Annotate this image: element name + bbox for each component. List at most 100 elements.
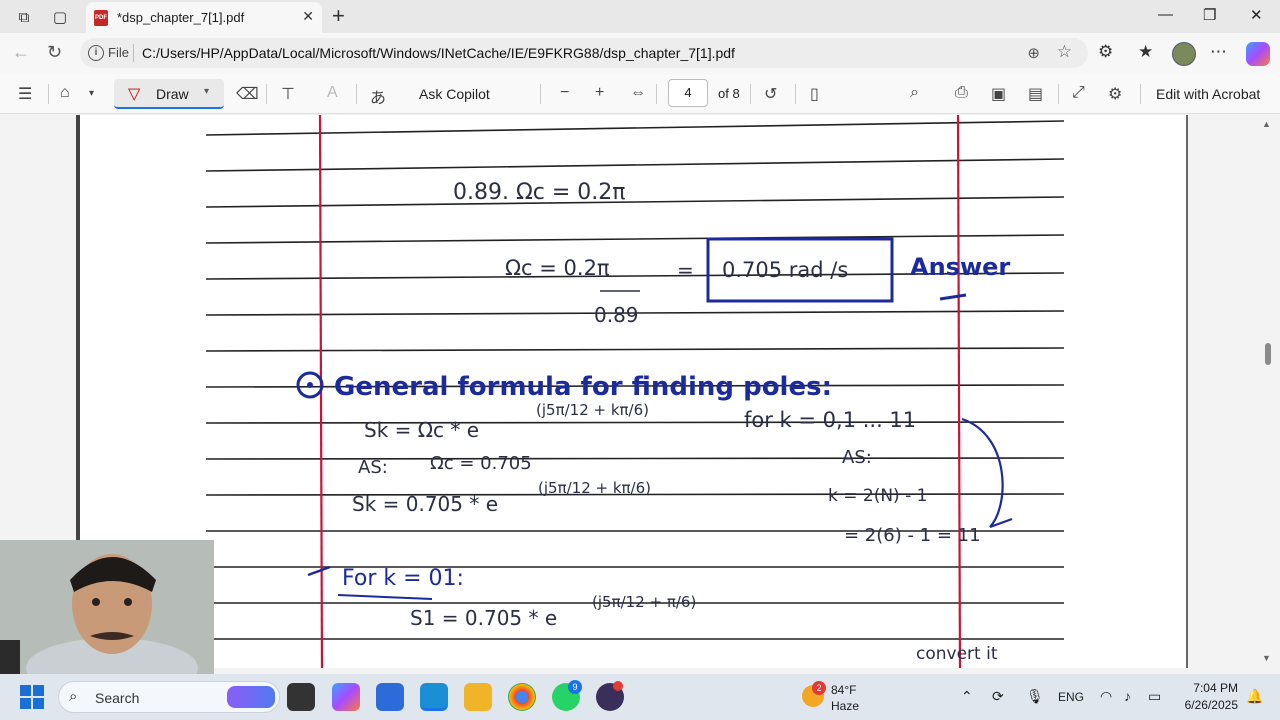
translate-icon[interactable]: あ (370, 84, 386, 108)
zoom-in-icon[interactable]: + (595, 84, 604, 102)
draw-label: Draw (156, 86, 189, 102)
clock[interactable]: 7:04 PM 6/26/2025 (1180, 680, 1238, 714)
highlight-icon[interactable]: ⌂ (60, 84, 70, 102)
scroll-up-icon[interactable]: ▲ (1262, 119, 1271, 129)
search-icon[interactable]: ⌕ (910, 84, 919, 102)
tab-active[interactable]: PDF *dsp_chapter_7[1].pdf ✕ (86, 2, 322, 33)
fullscreen-icon[interactable]: ⤢ (1072, 84, 1085, 102)
url-field[interactable]: i File C:/Users/HP/AppData/Local/Microso… (80, 38, 1088, 68)
divider (795, 84, 796, 104)
omega-value: Ωc = 0.705 (430, 453, 532, 474)
zoom-out-icon[interactable]: − (560, 84, 569, 102)
divider (656, 84, 657, 104)
close-tab-icon[interactable]: ✕ (302, 8, 314, 25)
taskbar: ⌕ Search 9 2 84°F Haze ⌃ ⟳ 🎙 ENG ◠ ♪ ▭ 7… (0, 674, 1280, 720)
copilot-icon[interactable] (1246, 42, 1270, 66)
formula-range: for k = 0,1 ... 11 (744, 408, 916, 432)
equals-sign: = (677, 258, 694, 282)
edge-icon[interactable] (420, 683, 448, 711)
minimize-icon[interactable]: — (1158, 6, 1173, 23)
zoom-icon[interactable]: ⊕ (1027, 44, 1040, 62)
language-indicator[interactable]: ENG (1058, 690, 1084, 704)
file-explorer-icon[interactable] (464, 683, 492, 711)
page-view-icon[interactable]: ▯ (810, 84, 819, 104)
chevron-down-icon[interactable]: ▾ (89, 88, 94, 99)
scheme-label: File (108, 45, 129, 60)
divider (356, 84, 357, 104)
wifi-icon[interactable]: ◠ (1100, 688, 1112, 705)
battery-icon[interactable]: ▭ (1148, 688, 1161, 705)
divider (750, 84, 751, 104)
restore-icon[interactable]: ❐ (1203, 6, 1216, 24)
more-options-icon[interactable]: ⋯ (1210, 42, 1227, 62)
scrollbar-thumb[interactable] (1265, 343, 1271, 365)
chrome-icon[interactable] (508, 683, 536, 711)
notifications-bell-icon[interactable]: 🔔 (1246, 688, 1263, 705)
search-icon: ⌕ (69, 688, 78, 705)
scroll-down-icon[interactable]: ▼ (1262, 653, 1271, 663)
chevron-down-icon[interactable]: ▾ (204, 86, 209, 97)
address-bar: ← ↻ i File C:/Users/HP/AppData/Local/Mic… (0, 33, 1280, 74)
eraser-icon[interactable]: ⌫ (236, 84, 259, 104)
webcam-overlay (0, 540, 214, 674)
presenter-video (0, 540, 214, 674)
page-number-input[interactable]: 4 (668, 79, 708, 107)
whatsapp-badge: 9 (568, 680, 582, 694)
sk-substituted: Sk = 0.705 * e (352, 492, 498, 516)
taskbar-search[interactable]: ⌕ Search (58, 681, 280, 713)
copilot-app-icon[interactable] (332, 683, 360, 711)
sync-icon[interactable]: ⟳ (992, 688, 1004, 705)
denominator: 0.89 (594, 303, 639, 327)
print-icon[interactable]: ⎙ (955, 84, 968, 102)
start-button[interactable] (20, 685, 44, 709)
save-icon[interactable]: ▣ (991, 84, 1006, 104)
pdf-file-icon: PDF (94, 10, 108, 26)
vertical-scrollbar[interactable]: ▲ ▼ (1262, 115, 1274, 668)
s1-exponent: (j5π/12 + π/6) (592, 593, 696, 611)
close-window-icon[interactable]: ✕ (1250, 6, 1263, 24)
fit-page-icon[interactable]: ⇔ (630, 84, 646, 102)
sk-substituted-exponent: (j5π/12 + kπ/6) (538, 479, 651, 497)
chevron-up-icon[interactable]: ⌃ (961, 688, 973, 705)
microphone-icon[interactable]: 🎙 (1026, 688, 1044, 705)
pdf-page[interactable]: 0.89. Ωc = 0.2π Ωc = 0.2π = 0.705 rad /s… (76, 115, 1188, 668)
equation-line-2: Ωc = 0.2π (505, 256, 610, 280)
text-box-icon[interactable]: ⊤ (281, 84, 295, 104)
task-view-icon[interactable] (287, 683, 315, 711)
k-definition: k = 2(N) - 1 (828, 486, 927, 506)
settings-gear-icon[interactable]: ⚙ (1108, 84, 1122, 104)
url-text[interactable]: C:/Users/HP/AppData/Local/Microsoft/Wind… (142, 45, 735, 61)
as-label-right: AS: (842, 447, 872, 468)
tab-bar: ⧉ ▢ PDF *dsp_chapter_7[1].pdf ✕ + — ❐ ✕ (0, 0, 1280, 33)
divider (1140, 84, 1141, 104)
back-icon[interactable]: ← (12, 42, 30, 63)
divider (266, 84, 267, 104)
store-icon[interactable] (376, 683, 404, 711)
notebook-page: 0.89. Ωc = 0.2π Ωc = 0.2π = 0.705 rad /s… (205, 115, 1065, 668)
profile-avatar[interactable] (1172, 42, 1196, 66)
divider (133, 44, 134, 62)
time: 7:04 PM (1193, 681, 1238, 695)
favorite-star-icon[interactable]: ☆ (1057, 42, 1072, 62)
section-heading: General formula for finding poles: (334, 372, 832, 402)
edit-with-acrobat-button[interactable]: Edit with Acrobat (1156, 86, 1260, 102)
read-aloud-icon[interactable]: A (327, 84, 338, 102)
contents-icon[interactable]: ☰ (18, 84, 32, 104)
volume-icon[interactable]: ♪ (1124, 688, 1131, 704)
ask-copilot-button[interactable]: Ask Copilot (419, 86, 490, 102)
k-calculation: = 2(6) - 1 = 11 (844, 525, 981, 546)
save-as-icon[interactable]: ▤ (1028, 84, 1043, 104)
s1-equation: S1 = 0.705 * e (410, 606, 557, 630)
tab-actions-icon[interactable]: ▢ (49, 6, 71, 28)
refresh-icon[interactable]: ↻ (47, 42, 62, 63)
draw-button[interactable]: ▽ Draw ▾ (114, 79, 224, 109)
search-label: Search (95, 690, 140, 706)
info-icon[interactable]: i (88, 45, 104, 61)
new-tab-button[interactable]: + (332, 3, 345, 29)
equation-line-1: 0.89. Ωc = 0.2π (453, 180, 626, 205)
rotate-icon[interactable]: ↺ (764, 84, 777, 104)
connector-arrow (961, 417, 1004, 528)
workspaces-icon[interactable]: ⧉ (13, 6, 35, 28)
favorites-icon[interactable]: ★ (1138, 42, 1153, 62)
extensions-icon[interactable]: ⚙ (1098, 42, 1113, 62)
